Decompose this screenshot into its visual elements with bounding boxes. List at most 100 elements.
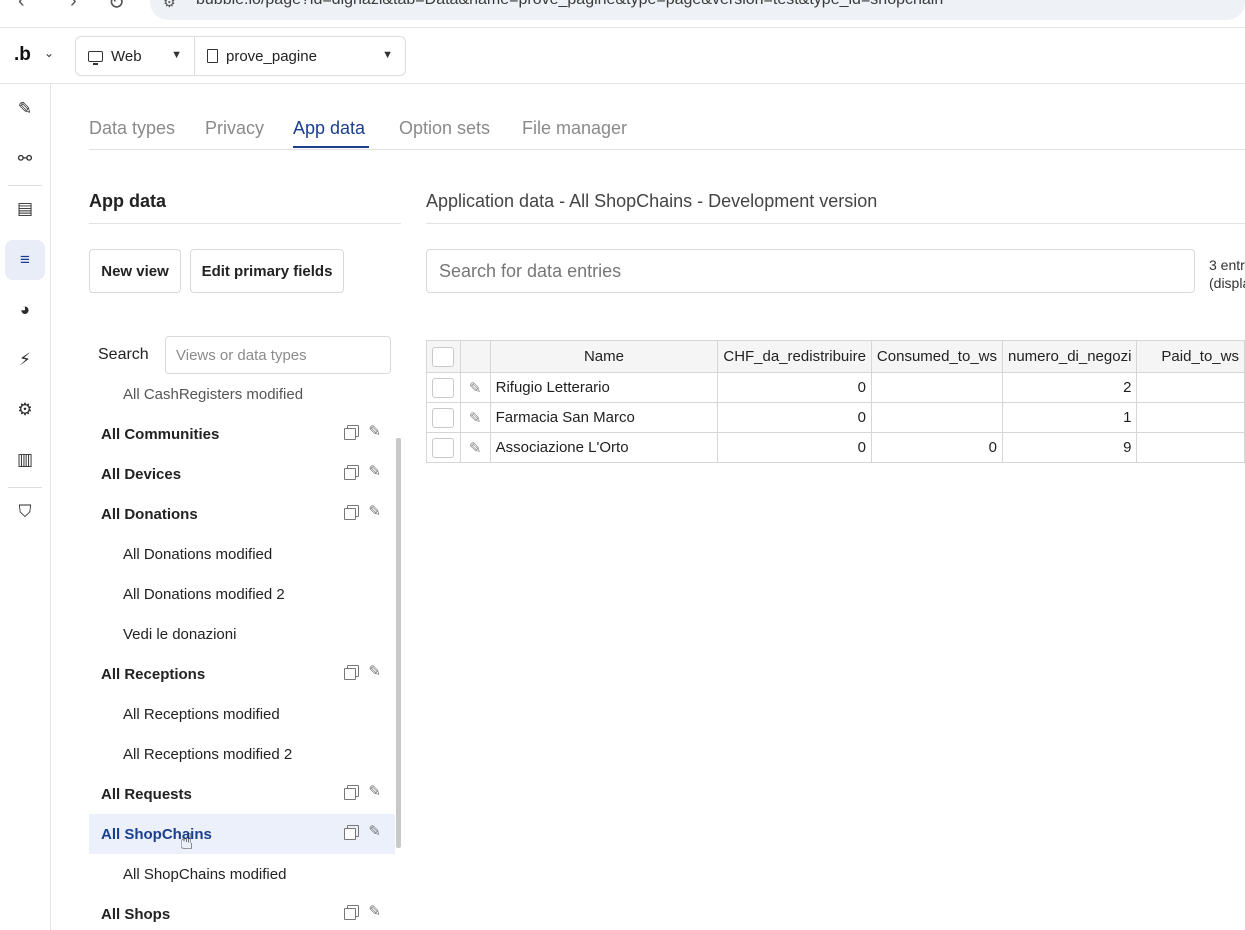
table-cell[interactable]: Farmacia San Marco	[489, 402, 719, 433]
row-checkbox[interactable]	[432, 407, 454, 428]
edit-pencil-icon[interactable]: ✎	[459, 402, 491, 433]
edit-pencil-icon[interactable]: ✎	[368, 664, 381, 679]
list-item-label: All Devices	[101, 465, 182, 483]
palette-icon[interactable]: ◕	[5, 290, 45, 330]
select-all-checkbox[interactable]	[432, 346, 455, 367]
tab-data-types[interactable]: Data types	[89, 118, 175, 139]
list-item[interactable]: All ShopChains modified	[89, 854, 395, 894]
views-list-scrollbar[interactable]	[396, 438, 401, 848]
workflow-icon[interactable]: ⚯	[5, 139, 45, 179]
table-cell[interactable]: Rifugio Letterario	[489, 372, 719, 403]
edit-pencil-icon[interactable]: ✎	[368, 504, 381, 519]
tab-privacy[interactable]: Privacy	[205, 118, 264, 139]
column-header[interactable]: Paid_to_ws	[1136, 340, 1245, 373]
settings-gear-icon[interactable]: ⚙	[5, 390, 45, 430]
row-checkbox[interactable]	[432, 377, 454, 398]
edit-pencil-icon[interactable]: ✎	[368, 824, 381, 839]
data-database-icon[interactable]: ≡	[5, 240, 45, 280]
column-header[interactable]: numero_di_negozi	[1001, 340, 1138, 373]
copy-icon[interactable]	[344, 785, 360, 800]
column-header[interactable]: Consumed_to_ws	[870, 340, 1004, 373]
edit-pencil-icon[interactable]: ✎	[368, 464, 381, 479]
forward-icon[interactable]: ›	[70, 0, 77, 13]
logs-chart-icon[interactable]: ▥	[5, 440, 45, 480]
table-row[interactable]: ✎ Associazione L'Orto 0 0 9	[426, 432, 1245, 463]
table-cell[interactable]	[870, 372, 1004, 403]
monitor-icon	[88, 50, 103, 65]
list-item[interactable]: All Donations ✎	[89, 494, 395, 534]
list-item[interactable]: All Requests ✎	[89, 774, 395, 814]
edit-pencil-icon[interactable]: ✎	[459, 372, 491, 403]
list-item[interactable]: All Donations modified	[89, 534, 395, 574]
column-header[interactable]: CHF_da_redistribuire	[717, 340, 872, 373]
bubble-logo[interactable]: .b	[14, 44, 31, 66]
row-checkbox[interactable]	[432, 437, 454, 458]
new-view-button[interactable]: New view	[89, 249, 181, 293]
list-item[interactable]: All Receptions modified 2	[89, 734, 395, 774]
platform-label: Web	[111, 47, 142, 65]
security-shield-icon[interactable]: ⛉	[5, 492, 45, 532]
list-item-partial[interactable]: All CashRegisters modified	[123, 386, 303, 403]
table-cell[interactable]: 0	[717, 432, 872, 463]
table-row[interactable]: ✎ Farmacia San Marco 0 1	[426, 402, 1245, 433]
list-item-label: Vedi le donazioni	[123, 625, 237, 643]
list-item[interactable]: All Communities ✎	[89, 414, 395, 454]
list-item-label: All ShopChains modified	[123, 865, 287, 883]
table-cell[interactable]: 2	[1001, 372, 1138, 403]
copy-icon[interactable]	[344, 425, 360, 440]
table-cell[interactable]: 0	[870, 432, 1004, 463]
chevron-down-icon: ▼	[171, 49, 182, 61]
table-cell[interactable]: 1	[1001, 402, 1138, 433]
site-info-icon[interactable]: ⚙	[163, 0, 176, 11]
edit-primary-fields-button[interactable]: Edit primary fields	[190, 249, 344, 293]
edit-pencil-icon[interactable]: ✎	[459, 432, 491, 463]
edit-pencil-icon[interactable]: ✎	[368, 904, 381, 919]
url-text[interactable]: bubble.io/page?id=dignazi&tab=Data&name=…	[196, 0, 943, 9]
chevron-down-icon[interactable]: ⌄	[44, 46, 54, 60]
table-cell[interactable]	[1136, 402, 1245, 433]
entries-count: 3 entries (displayed)	[1209, 256, 1245, 292]
copy-icon[interactable]	[344, 665, 360, 680]
table-cell[interactable]: 0	[717, 402, 872, 433]
platform-selector[interactable]: Web ▼	[75, 36, 195, 76]
copy-icon[interactable]	[344, 505, 360, 520]
list-item[interactable]: Vedi le donazioni	[89, 614, 395, 654]
list-item[interactable]: All Receptions ✎	[89, 654, 395, 694]
back-icon[interactable]: ‹	[18, 0, 25, 13]
tab-app-data[interactable]: App data	[293, 118, 365, 139]
design-pencil-icon[interactable]: ✎	[5, 89, 45, 129]
table-cell[interactable]: 9	[1001, 432, 1138, 463]
copy-icon[interactable]	[344, 905, 360, 920]
list-item[interactable]: All Shops ✎	[89, 894, 395, 930]
data-table: Name CHF_da_redistribuire Consumed_to_ws…	[426, 340, 1245, 463]
table-header-row: Name CHF_da_redistribuire Consumed_to_ws…	[426, 340, 1245, 373]
column-header[interactable]: Name	[489, 340, 719, 373]
table-cell[interactable]	[1136, 372, 1245, 403]
views-search-input[interactable]	[165, 336, 391, 374]
list-item-label: All Donations modified	[123, 545, 273, 563]
tab-option-sets[interactable]: Option sets	[399, 118, 490, 139]
reload-icon[interactable]: ↻	[108, 0, 125, 15]
copy-icon[interactable]	[344, 465, 360, 480]
plugins-icon[interactable]: ⚡	[5, 340, 45, 380]
table-row[interactable]: ✎ Rifugio Letterario 0 2	[426, 372, 1245, 403]
table-cell[interactable]	[1136, 432, 1245, 463]
styles-layout-icon[interactable]: ▤	[5, 189, 45, 229]
table-cell[interactable]: Associazione L'Orto	[489, 432, 719, 463]
left-rail: ✎ ⚯ ▤ ≡ ◕ ⚡ ⚙ ▥ ⛉	[0, 84, 51, 930]
tab-file-manager[interactable]: File manager	[522, 118, 627, 139]
data-entries-search-input[interactable]	[426, 249, 1195, 293]
list-item-label: All Requests	[101, 785, 192, 803]
list-item-label: All ShopChains	[101, 825, 212, 843]
list-item[interactable]: All Devices ✎	[89, 454, 395, 494]
list-item[interactable]: All Donations modified 2	[89, 574, 395, 614]
edit-pencil-icon[interactable]: ✎	[368, 784, 381, 799]
list-item-selected[interactable]: All ShopChains ✎	[89, 814, 395, 854]
page-selector[interactable]: prove_pagine ▼	[194, 36, 406, 76]
table-cell[interactable]: 0	[717, 372, 872, 403]
list-item[interactable]: All Receptions modified	[89, 694, 395, 734]
table-cell[interactable]	[870, 402, 1004, 433]
copy-icon[interactable]	[344, 825, 360, 840]
search-label: Search	[98, 346, 149, 363]
edit-pencil-icon[interactable]: ✎	[368, 424, 381, 439]
